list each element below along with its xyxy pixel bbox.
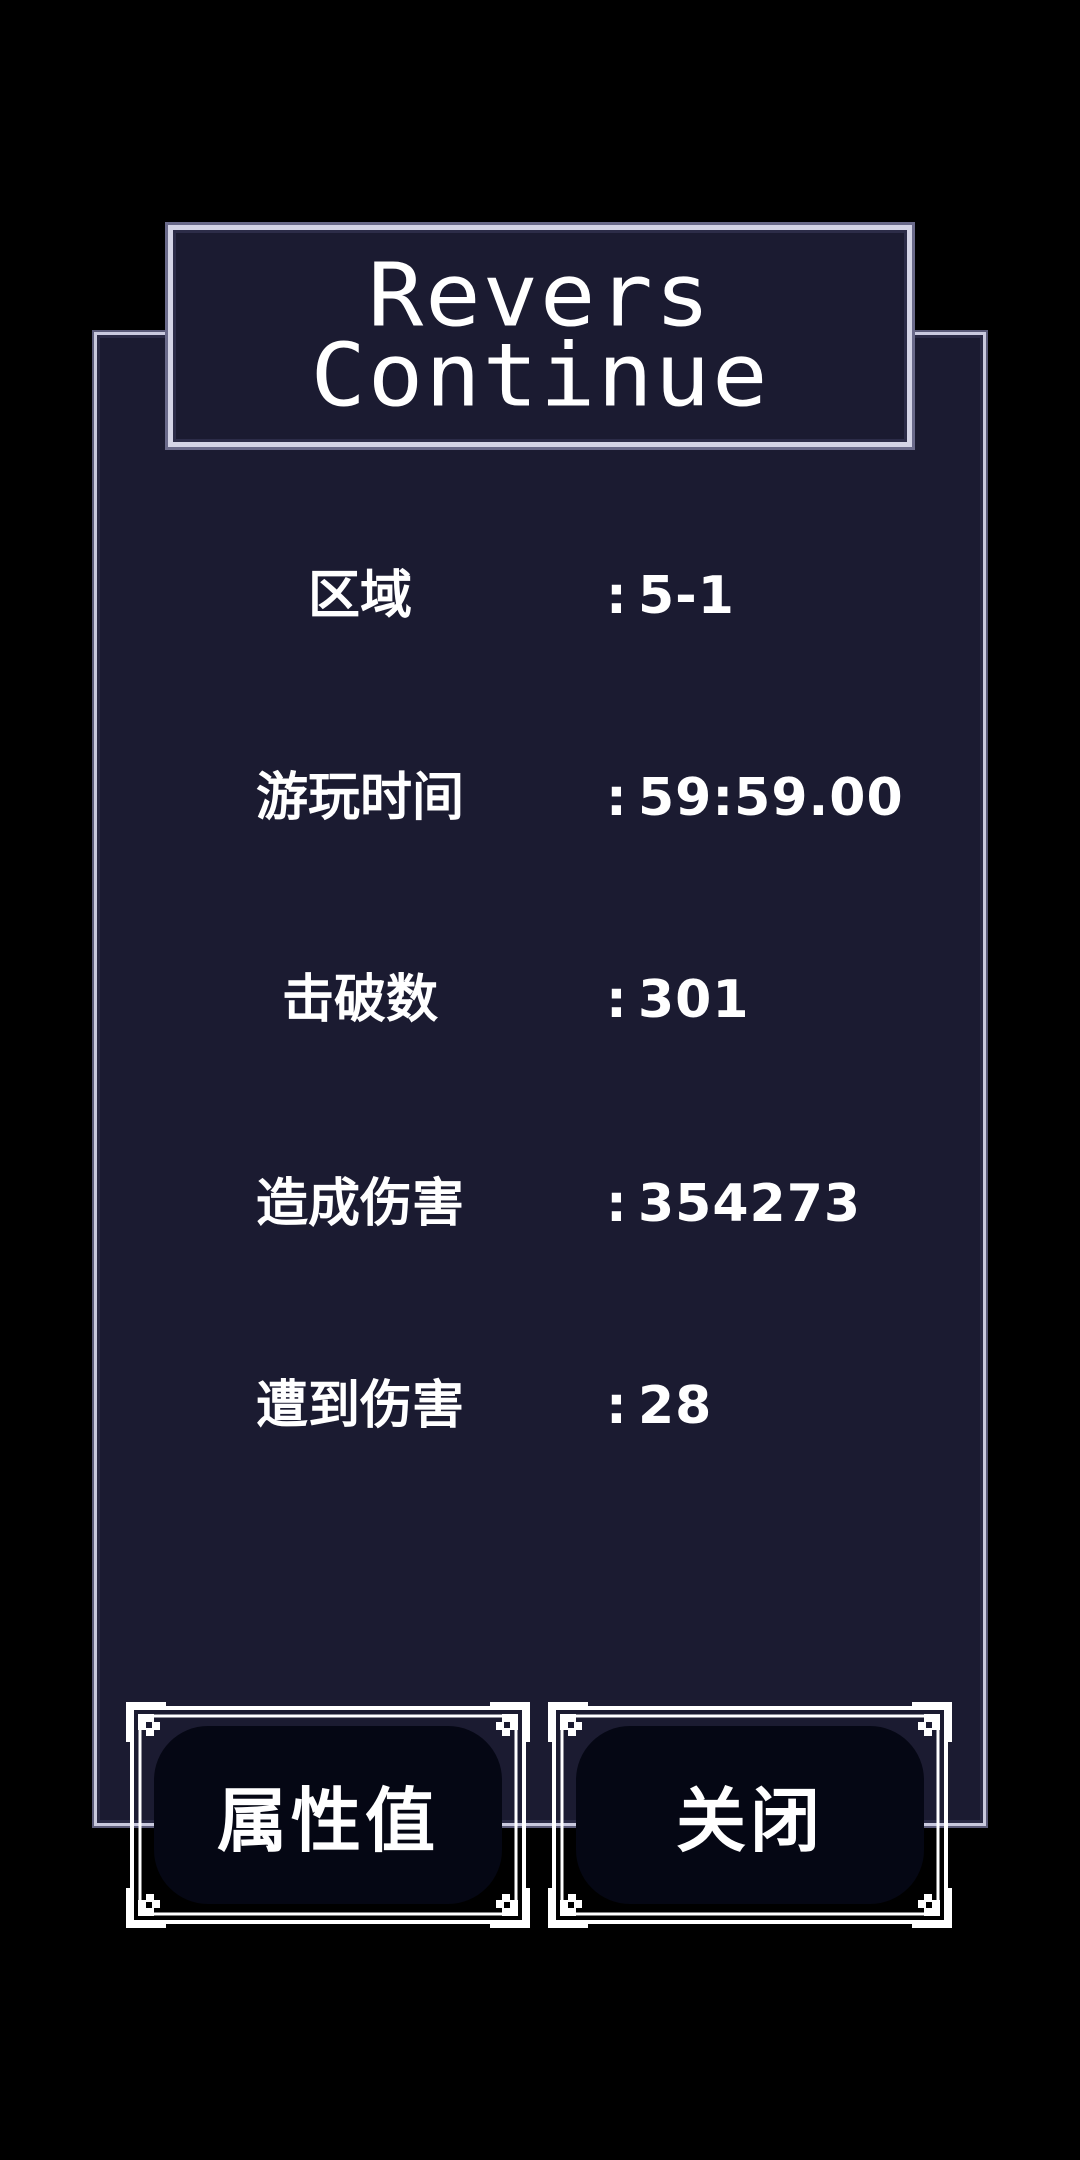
title-line-2: Continue [310,324,770,427]
stat-value-area: 5-1 [638,566,735,626]
attributes-button[interactable]: 属性值 [126,1702,530,1928]
stat-colon: : [606,1376,627,1436]
stat-label-damage-dealt: 造成伤害 [255,1174,464,1234]
stat-label-area: 区域 [307,566,412,626]
stat-row-damage-dealt: 造成伤害 : 354273 [0,1164,1080,1244]
close-button[interactable]: 关闭 [548,1702,952,1928]
stat-value-playtime: 59:59.00 [638,768,904,828]
stat-label-kills: 击破数 [281,970,438,1030]
stat-value-kills: 301 [638,970,750,1030]
close-button-body[interactable]: 关闭 [576,1726,924,1904]
stat-colon: : [606,1174,627,1234]
attributes-button-label: 属性值 [217,1779,439,1862]
stat-colon: : [606,566,627,626]
stat-label-damage-taken: 遭到伤害 [255,1376,464,1436]
stat-row-playtime: 游玩时间 : 59:59.00 [0,758,1080,838]
stat-row-area: 区域 : 5-1 [0,556,1080,636]
stat-row-kills: 击破数 : 301 [0,960,1080,1040]
title-banner: Revers Continue [168,225,912,447]
stat-colon: : [606,768,627,828]
stat-colon: : [606,970,627,1030]
stat-value-damage-taken: 28 [638,1376,713,1436]
stat-label-playtime: 游玩时间 [255,768,464,828]
stat-row-damage-taken: 遭到伤害 : 28 [0,1366,1080,1446]
title-line-1: Revers [367,244,713,347]
attributes-button-body[interactable]: 属性值 [154,1726,502,1904]
close-button-label: 关闭 [676,1779,824,1862]
stat-value-damage-dealt: 354273 [638,1174,862,1234]
